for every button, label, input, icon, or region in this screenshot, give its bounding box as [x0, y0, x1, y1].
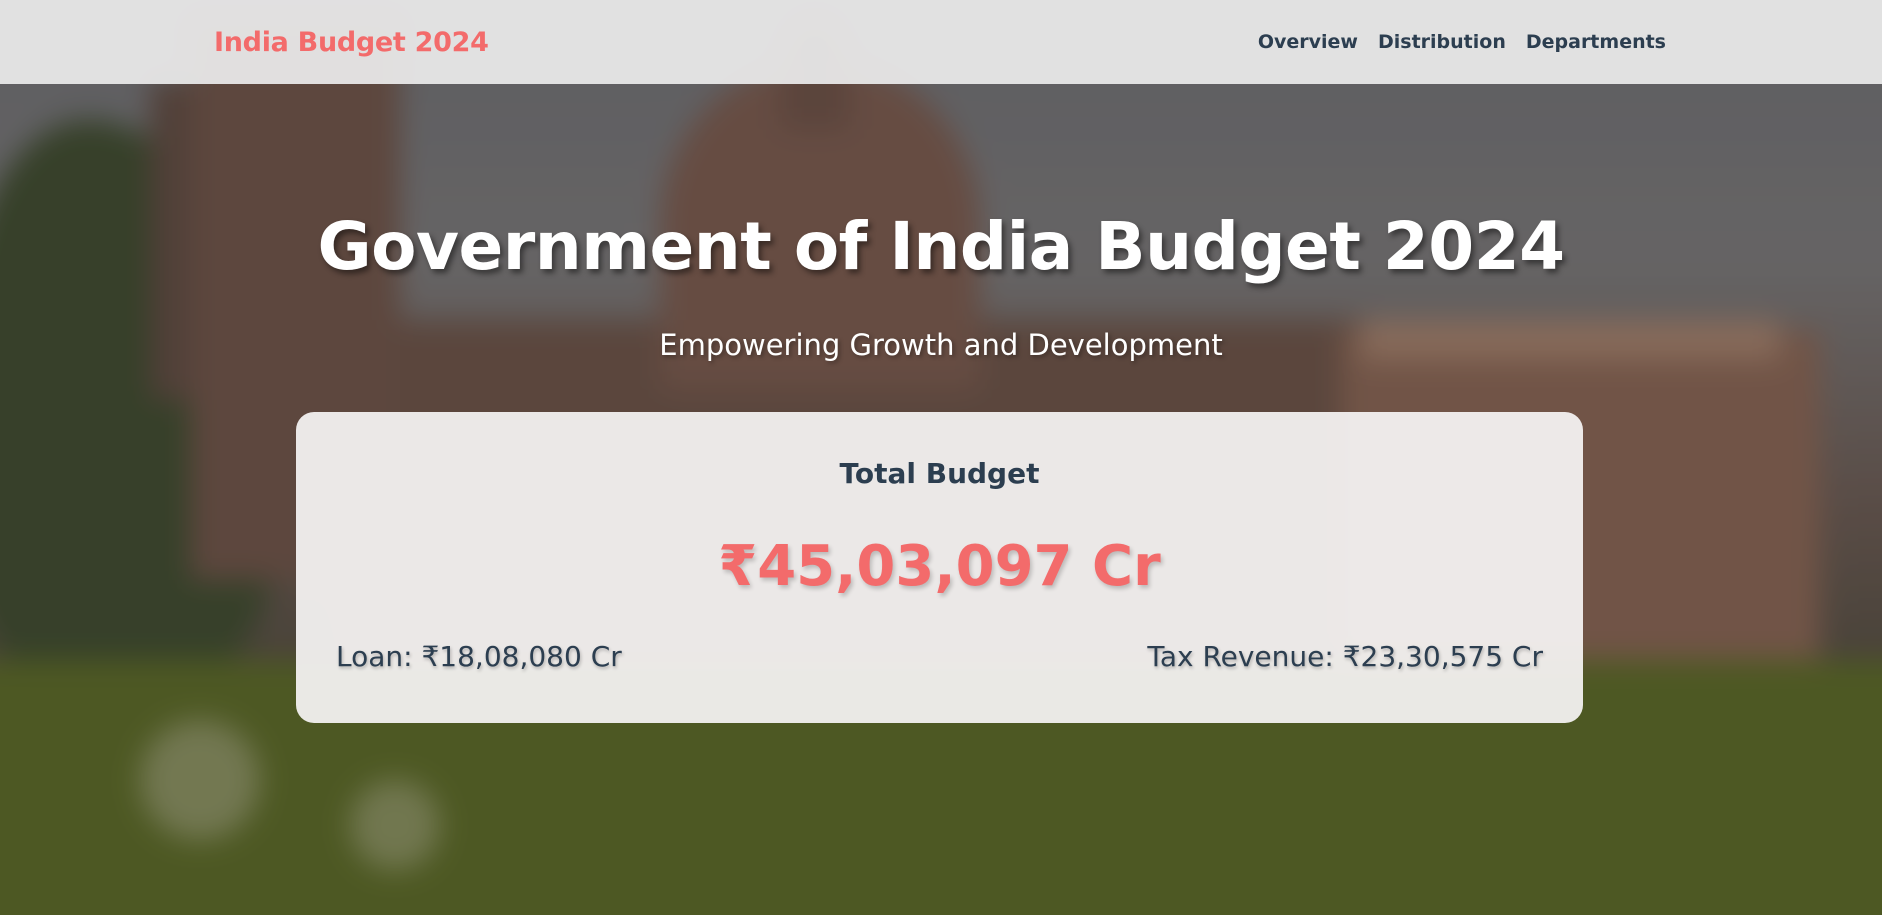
card-heading: Total Budget — [839, 457, 1040, 490]
top-navbar: India Budget 2024 Overview Distribution … — [0, 0, 1882, 84]
nav-link-departments[interactable]: Departments — [1526, 31, 1666, 53]
total-budget-amount: ₹45,03,097 Cr — [718, 534, 1161, 599]
loan-amount: Loan: ₹18,08,080 Cr — [336, 640, 622, 673]
total-budget-card: Total Budget ₹45,03,097 Cr Loan: ₹18,08,… — [296, 412, 1583, 723]
tax-revenue-amount: Tax Revenue: ₹23,30,575 Cr — [1147, 640, 1543, 673]
nav-links: Overview Distribution Departments — [1258, 31, 1666, 53]
nav-link-distribution[interactable]: Distribution — [1378, 31, 1506, 53]
brand-logo-link[interactable]: India Budget 2024 — [214, 27, 489, 58]
hero-subtitle: Empowering Growth and Development — [659, 328, 1223, 362]
nav-link-overview[interactable]: Overview — [1258, 31, 1358, 53]
hero-title: Government of India Budget 2024 — [317, 208, 1565, 285]
